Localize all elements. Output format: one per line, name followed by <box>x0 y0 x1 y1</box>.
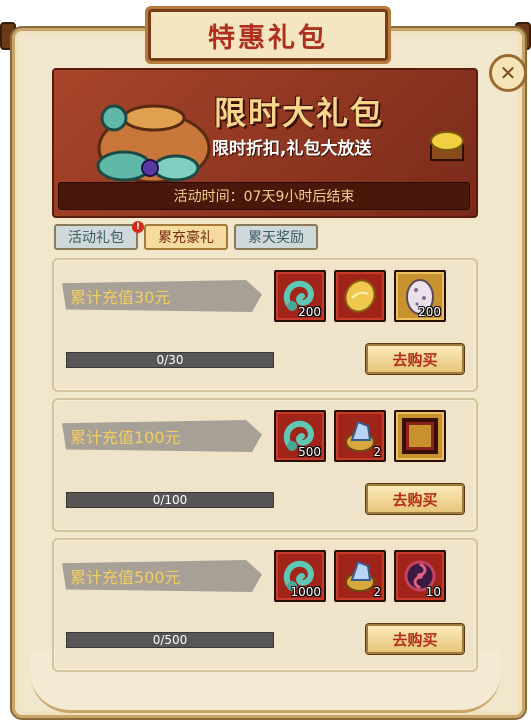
recharge-progress-bar: 0/100 <box>66 492 274 508</box>
progress-text: 0/500 <box>152 633 188 647</box>
treasure-sack-icon <box>96 104 211 184</box>
item-count: 500 <box>298 445 321 459</box>
progress-text: 0/30 <box>156 353 184 367</box>
event-time-text: 活动时间：07天9小时后结束 <box>173 189 355 205</box>
banner-title: 限时大礼包 <box>214 94 385 132</box>
item-count: 10 <box>425 585 441 599</box>
event-time-bar: 活动时间：07天9小时后结束 <box>58 182 470 210</box>
item-count: 2 <box>373 445 381 459</box>
item-count: 2 <box>373 585 381 599</box>
gold-chest-icon <box>430 131 464 161</box>
item-count: 200 <box>298 305 321 319</box>
reward-item[interactable]: 200 <box>394 270 446 322</box>
reward-item[interactable]: 2 <box>334 550 386 602</box>
tab-activity-gift[interactable]: 活动礼包 ! <box>54 221 144 250</box>
reward-item[interactable]: 500 <box>274 410 326 462</box>
item-count: 200 <box>418 305 441 319</box>
reward-item[interactable]: 200 <box>274 270 326 322</box>
buy-button[interactable]: 去购买 <box>366 344 464 374</box>
avatar-frame-icon <box>402 418 438 454</box>
tab-label: 累充豪礼 <box>158 230 214 246</box>
title-plaque: 特惠礼包 <box>145 6 391 64</box>
reward-card: 累计充值500元 1000 2 10 0/500 去购买 <box>52 538 478 672</box>
buy-button[interactable]: 去购买 <box>366 484 464 514</box>
promo-banner: 限时大礼包 限时折扣,礼包大放送 活动时间：07天9小时后结束 <box>52 68 478 218</box>
close-icon: ✕ <box>499 61 517 85</box>
item-count: 1000 <box>290 585 321 599</box>
tab-cumulative-recharge[interactable]: 累充豪礼 <box>144 224 228 250</box>
reward-item[interactable] <box>394 410 446 462</box>
gold-ore-icon <box>344 279 376 313</box>
tab-cumulative-days[interactable]: 累天奖励 <box>234 224 318 250</box>
reward-item[interactable]: 2 <box>334 410 386 462</box>
reward-item[interactable]: 10 <box>394 550 446 602</box>
reward-card: 累计充值30元 200 200 0/30 去购买 <box>52 258 478 392</box>
reward-tier-label: 累计充值30元 <box>62 280 262 312</box>
notification-badge: ! <box>132 221 144 233</box>
reward-item[interactable]: 1000 <box>274 550 326 602</box>
buy-button[interactable]: 去购买 <box>366 624 464 654</box>
recharge-progress-bar: 0/30 <box>66 352 274 368</box>
close-button[interactable]: ✕ <box>489 54 527 92</box>
reward-tier-label: 累计充值500元 <box>62 560 262 592</box>
banner-subtitle: 限时折扣,礼包大放送 <box>212 139 372 159</box>
tab-label: 活动礼包 <box>68 230 124 246</box>
dialog-title: 特惠礼包 <box>208 22 328 54</box>
reward-card: 累计充值100元 500 2 0/100 去购买 <box>52 398 478 532</box>
progress-text: 0/100 <box>152 493 188 507</box>
reward-item[interactable] <box>334 270 386 322</box>
tab-label: 累天奖励 <box>248 230 304 246</box>
recharge-progress-bar: 0/500 <box>66 632 274 648</box>
reward-tier-label: 累计充值100元 <box>62 420 262 452</box>
